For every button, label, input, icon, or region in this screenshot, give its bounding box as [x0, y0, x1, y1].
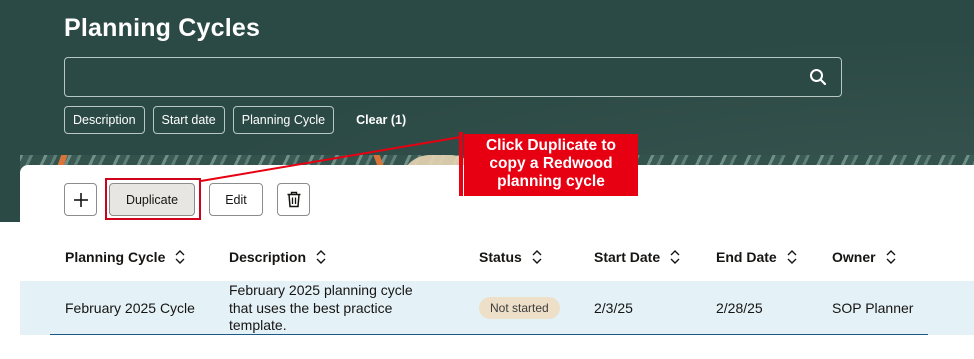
callout-line-2: copy a Redwood — [489, 155, 613, 172]
plus-icon — [73, 192, 88, 207]
description-line: February 2025 planning cycle — [229, 282, 413, 298]
page-title: Planning Cycles — [64, 14, 261, 42]
description-line: that uses the best practice — [229, 299, 393, 316]
callout-accent-bar — [459, 132, 463, 196]
column-header-label: Start Date — [594, 249, 661, 265]
cell-description: February 2025 planning cycle that uses t… — [229, 282, 439, 335]
column-header-end-date[interactable]: End Date — [716, 249, 797, 265]
callout-line-1: Click Duplicate to — [485, 137, 617, 154]
column-header-owner[interactable]: Owner — [832, 249, 896, 265]
column-header-label: Status — [479, 249, 522, 265]
clear-filters-link[interactable]: Clear (1) — [356, 113, 406, 127]
status-badge: Not started — [479, 297, 560, 319]
sort-icon[interactable] — [532, 250, 542, 264]
edit-button[interactable]: Edit — [209, 183, 263, 216]
sort-icon[interactable] — [670, 250, 680, 264]
callout-annotation: Click Duplicate to copy a Redwood planni… — [464, 134, 638, 196]
search-icon[interactable] — [809, 68, 827, 86]
sort-icon[interactable] — [316, 250, 326, 264]
sort-icon[interactable] — [787, 250, 797, 264]
filter-chip-description[interactable]: Description — [64, 106, 145, 134]
column-header-label: Description — [229, 249, 307, 265]
duplicate-highlight-box — [105, 178, 201, 220]
column-header-label: Planning Cycle — [65, 249, 166, 265]
sort-icon[interactable] — [175, 250, 185, 264]
filter-chip-planning-cycle[interactable]: Planning Cycle — [232, 106, 335, 134]
column-header-label: End Date — [716, 249, 777, 265]
filter-chips: Description Start date Planning Cycle Cl… — [64, 106, 406, 134]
sort-icon[interactable] — [886, 250, 896, 264]
callout-line-3: planning cycle — [497, 173, 605, 190]
delete-button[interactable] — [277, 183, 310, 216]
cell-end-date: 2/28/25 — [716, 300, 763, 316]
filter-chip-start-date[interactable]: Start date — [152, 106, 225, 134]
description-line: template. — [229, 317, 287, 333]
cell-planning-cycle[interactable]: February 2025 Cycle — [65, 300, 195, 316]
column-header-start-date[interactable]: Start Date — [594, 249, 680, 265]
search-input[interactable] — [64, 57, 842, 97]
cell-start-date: 2/3/25 — [594, 300, 633, 316]
column-header-status[interactable]: Status — [479, 249, 542, 265]
cell-owner: SOP Planner — [832, 300, 914, 316]
row-focus-underline — [50, 334, 928, 335]
column-header-description[interactable]: Description — [229, 249, 326, 265]
add-button[interactable] — [64, 183, 97, 216]
column-header-planning-cycle[interactable]: Planning Cycle — [65, 249, 185, 265]
column-header-label: Owner — [832, 249, 876, 265]
trash-icon — [287, 191, 300, 208]
